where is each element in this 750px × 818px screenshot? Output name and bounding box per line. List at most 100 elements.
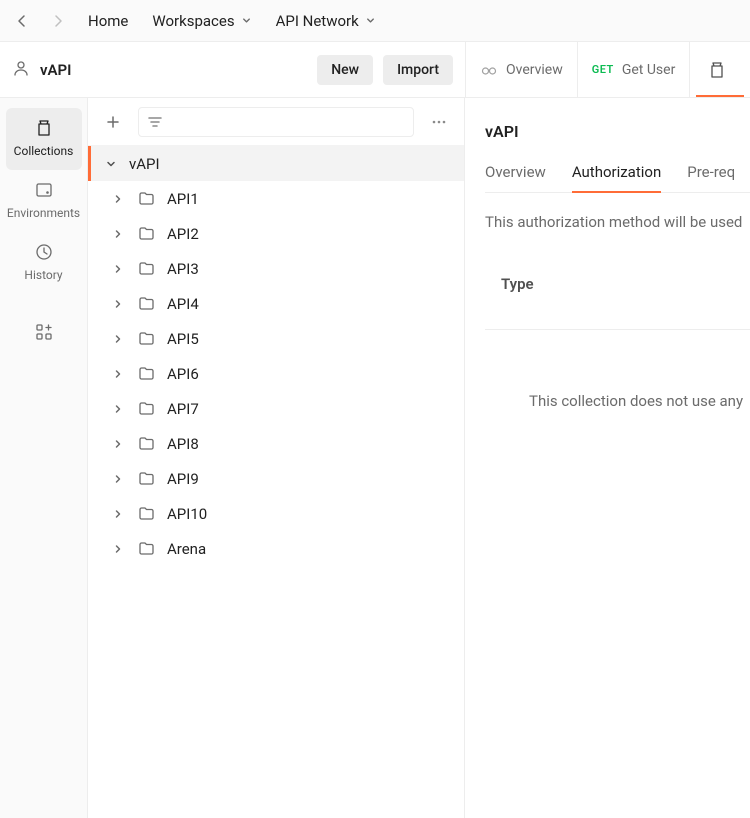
folder-icon	[138, 225, 155, 242]
folder-icon	[138, 505, 155, 522]
tab-active-collection[interactable]	[690, 42, 744, 97]
tree-folder-item[interactable]: API9	[88, 461, 464, 496]
tree-item-label: API5	[167, 330, 199, 348]
workspace-bar: vAPI New Import Overview GET Get User	[0, 42, 750, 98]
folder-icon	[138, 540, 155, 557]
tab-label: Get User	[622, 62, 675, 78]
chevron-right-icon	[110, 403, 126, 415]
chevron-right-icon	[110, 543, 126, 555]
tree-folder-item[interactable]: API1	[88, 181, 464, 216]
nav-workspaces[interactable]: Workspaces	[144, 8, 259, 34]
arrow-right-icon	[50, 13, 66, 29]
chevron-right-icon	[110, 228, 126, 240]
chevron-right-icon	[110, 473, 126, 485]
collections-sidebar: vAPI API1 API2 API3 API4	[88, 98, 465, 818]
sidebar-toolbar	[88, 98, 464, 146]
left-rail: Collections Environments History	[0, 98, 88, 818]
collection-tree: vAPI API1 API2 API3 API4	[88, 146, 464, 818]
user-icon	[12, 59, 30, 81]
method-badge: GET	[592, 63, 614, 76]
rail-label: Environments	[7, 206, 80, 220]
content-tabs: Overview Authorization Pre-req	[485, 163, 750, 193]
tree-folder-item[interactable]: API10	[88, 496, 464, 531]
tree-item-label: API2	[167, 225, 199, 243]
chevron-right-icon	[110, 193, 126, 205]
authorization-description: This authorization method will be used	[485, 213, 750, 231]
chevron-right-icon	[110, 333, 126, 345]
chevron-down-icon	[365, 15, 376, 26]
tree-folder-item[interactable]: API4	[88, 286, 464, 321]
tree-folder-item[interactable]: API5	[88, 321, 464, 356]
folder-icon	[138, 260, 155, 277]
folder-icon	[138, 435, 155, 452]
workspace-name[interactable]: vAPI	[40, 61, 71, 79]
folder-icon	[138, 365, 155, 382]
content-pane: vAPI Overview Authorization Pre-req This…	[465, 98, 750, 818]
import-button[interactable]: Import	[383, 55, 453, 85]
tree-folder-item[interactable]: API7	[88, 391, 464, 426]
chevron-right-icon	[110, 438, 126, 450]
rail-history[interactable]: History	[6, 232, 82, 294]
new-button[interactable]: New	[317, 55, 373, 85]
tree-root-vapi[interactable]: vAPI	[88, 146, 464, 181]
tree-folder-item[interactable]: API2	[88, 216, 464, 251]
rail-label: History	[24, 268, 62, 282]
tree-item-label: API6	[167, 365, 199, 383]
auth-type-row: Type	[485, 259, 750, 330]
folder-icon	[138, 190, 155, 207]
plus-icon	[105, 114, 121, 130]
folder-icon	[138, 330, 155, 347]
nav-workspaces-label: Workspaces	[152, 12, 234, 30]
nav-back-button[interactable]	[8, 7, 36, 35]
auth-type-label: Type	[501, 275, 534, 293]
history-icon	[34, 242, 54, 262]
chevron-right-icon	[110, 508, 126, 520]
arrow-left-icon	[14, 13, 30, 29]
tree-item-label: API3	[167, 260, 199, 278]
rail-collections[interactable]: Collections	[6, 108, 82, 170]
more-options-button[interactable]	[424, 107, 454, 137]
filter-icon	[147, 114, 163, 130]
binoculars-icon	[480, 61, 498, 79]
collection-icon	[707, 60, 727, 80]
tab-overview[interactable]: Overview	[466, 42, 578, 97]
tab-request-get-user[interactable]: GET Get User	[578, 42, 691, 97]
nav-home[interactable]: Home	[80, 8, 136, 34]
dots-horizontal-icon	[431, 114, 447, 130]
rail-configure[interactable]	[6, 312, 82, 354]
add-button[interactable]	[98, 107, 128, 137]
folder-icon	[138, 400, 155, 417]
filter-input[interactable]	[138, 107, 414, 137]
content-tab-authorization[interactable]: Authorization	[572, 163, 661, 193]
tree-folder-item[interactable]: API6	[88, 356, 464, 391]
chevron-down-icon	[103, 158, 119, 170]
chevron-down-icon	[241, 15, 252, 26]
tree-folder-item[interactable]: API3	[88, 251, 464, 286]
content-tab-overview[interactable]: Overview	[485, 163, 546, 192]
content-tab-prerequest[interactable]: Pre-req	[687, 163, 735, 192]
tree-item-label: Arena	[167, 540, 206, 558]
tree-item-label: API1	[167, 190, 199, 208]
rail-environments[interactable]: Environments	[6, 170, 82, 232]
tree-folder-item[interactable]: Arena	[88, 531, 464, 566]
tree-item-label: API4	[167, 295, 199, 313]
tree-root-label: vAPI	[129, 155, 160, 173]
folder-icon	[138, 470, 155, 487]
tree-item-label: API8	[167, 435, 199, 453]
editor-tabs: Overview GET Get User	[465, 42, 750, 97]
folder-icon	[138, 295, 155, 312]
chevron-right-icon	[110, 263, 126, 275]
tree-item-label: API7	[167, 400, 199, 418]
grid-plus-icon	[34, 322, 54, 342]
main-area: Collections Environments History	[0, 98, 750, 818]
nav-forward-button[interactable]	[44, 7, 72, 35]
tree-item-label: API10	[167, 505, 207, 523]
chevron-right-icon	[110, 298, 126, 310]
tree-folder-item[interactable]: API8	[88, 426, 464, 461]
chevron-right-icon	[110, 368, 126, 380]
content-title: vAPI	[485, 122, 750, 141]
nav-api-network[interactable]: API Network	[268, 8, 384, 34]
no-auth-message: This collection does not use any	[485, 330, 750, 410]
tree-item-label: API9	[167, 470, 199, 488]
workspace-left: vAPI New Import	[0, 55, 465, 85]
